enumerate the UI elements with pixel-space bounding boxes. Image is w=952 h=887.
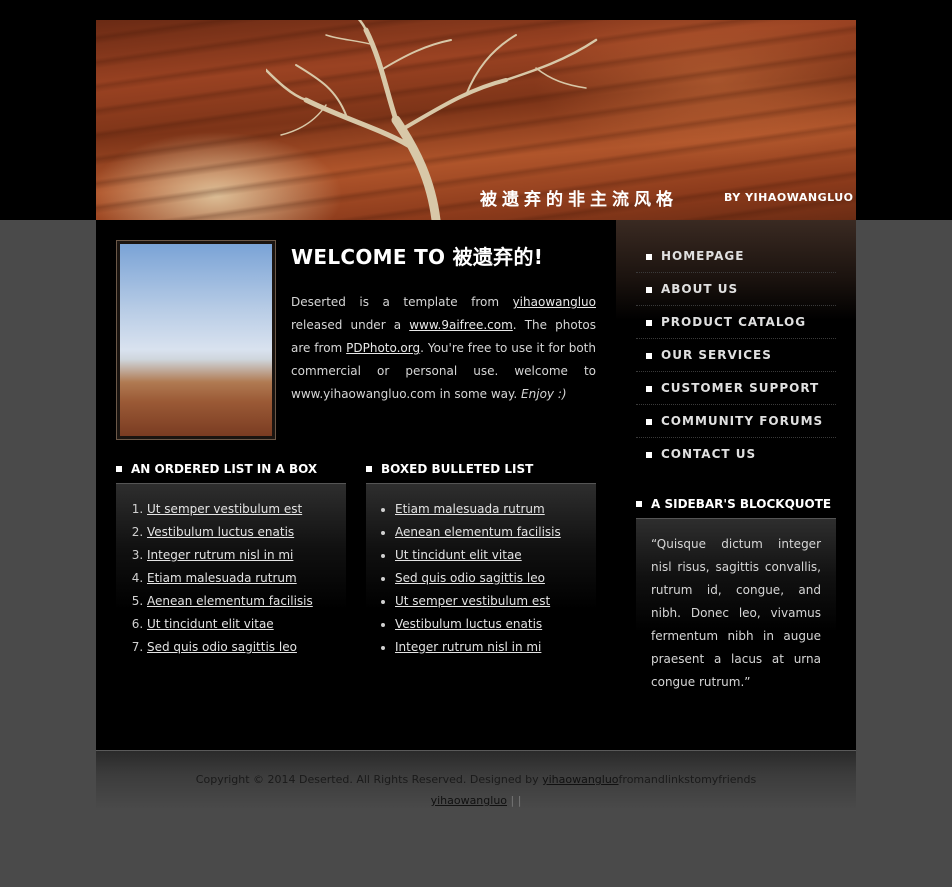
bulleted-list: Etiam malesuada rutrum Aenean elementum … bbox=[395, 498, 595, 659]
9aifree-link[interactable]: www.9aifree.com bbox=[409, 318, 513, 332]
list-link[interactable]: Vestibulum luctus enatis bbox=[147, 525, 294, 539]
nav-item-product-catalog[interactable]: PRODUCT CATALOG bbox=[636, 306, 836, 339]
list-link[interactable]: Ut tincidunt elit vitae bbox=[147, 617, 274, 631]
list-item: Ut semper vestibulum est bbox=[147, 498, 347, 521]
list-link[interactable]: Vestibulum luctus enatis bbox=[395, 617, 542, 631]
list-link[interactable]: Integer rutrum nisl in mi bbox=[147, 548, 293, 562]
list-item: Ut tincidunt elit vitae bbox=[147, 613, 347, 636]
list-link[interactable]: Ut semper vestibulum est bbox=[395, 594, 550, 608]
list-link[interactable]: Sed quis odio sagittis leo bbox=[395, 571, 545, 585]
list-item: Integer rutrum nisl in mi bbox=[395, 636, 595, 659]
site-title: 被遗弃的非主流风格 bbox=[480, 190, 678, 210]
canyon-sky-photo bbox=[120, 244, 272, 436]
nav-item-customer-support[interactable]: CUSTOMER SUPPORT bbox=[636, 372, 836, 405]
footer-separator: | | bbox=[507, 794, 522, 807]
list-item: Ut semper vestibulum est bbox=[395, 590, 595, 613]
list-item: Sed quis odio sagittis leo bbox=[147, 636, 347, 659]
list-link[interactable]: Etiam malesuada rutrum bbox=[147, 571, 297, 585]
intro-text-2: released under a bbox=[291, 318, 410, 332]
designer-link[interactable]: yihaowangluo bbox=[542, 773, 618, 786]
yihaowangluo-link[interactable]: yihaowangluo bbox=[513, 295, 596, 309]
list-item: Vestibulum luctus enatis bbox=[147, 521, 347, 544]
page-container: 被遗弃的非主流风格 BY YIHAOWANGLUO WELCOME TO 被遗弃… bbox=[96, 20, 856, 750]
intro-text-1: Deserted is a template from bbox=[291, 295, 513, 309]
list-item: Vestibulum luctus enatis bbox=[395, 613, 595, 636]
footer-friends-text: fromandlinkstomyfriends bbox=[618, 773, 757, 786]
list-item: Integer rutrum nisl in mi bbox=[147, 544, 347, 567]
page-title: WELCOME TO 被遗弃的! bbox=[291, 245, 544, 269]
ordered-list: Ut semper vestibulum est Vestibulum luct… bbox=[147, 498, 347, 659]
list-item: Sed quis odio sagittis leo bbox=[395, 567, 595, 590]
nav-item-homepage[interactable]: HOMEPAGE bbox=[636, 240, 836, 273]
sidebar-blockquote: “Quisque dictum integer nisl risus, sagi… bbox=[651, 537, 821, 689]
nav-item-community-forums[interactable]: COMMUNITY FORUMS bbox=[636, 405, 836, 438]
list-link[interactable]: Aenean elementum facilisis bbox=[395, 525, 561, 539]
footer-line-2: yihaowangluo | | bbox=[96, 794, 856, 807]
nav-item-about-us[interactable]: ABOUT US bbox=[636, 273, 836, 306]
footer-yihaowangluo-link[interactable]: yihaowangluo bbox=[431, 794, 507, 807]
header-banner: 被遗弃的非主流风格 BY YIHAOWANGLUO bbox=[96, 20, 856, 220]
list-item: Ut tincidunt elit vitae bbox=[395, 544, 595, 567]
pdphoto-link[interactable]: PDPhoto.org bbox=[346, 341, 420, 355]
list-link[interactable]: Integer rutrum nisl in mi bbox=[395, 640, 541, 654]
list-link[interactable]: Ut semper vestibulum est bbox=[147, 502, 302, 516]
list-link[interactable]: Etiam malesuada rutrum bbox=[395, 502, 545, 516]
intro-paragraph: Deserted is a template from yihaowangluo… bbox=[291, 291, 596, 406]
nav-item-contact-us[interactable]: CONTACT US bbox=[636, 438, 836, 471]
copyright-text: Copyright © 2014 Deserted. All Rights Re… bbox=[195, 773, 543, 786]
nav-item-our-services[interactable]: OUR SERVICES bbox=[636, 339, 836, 372]
list-item: Aenean elementum facilisis bbox=[395, 521, 595, 544]
list-link[interactable]: Sed quis odio sagittis leo bbox=[147, 640, 297, 654]
sidebar-nav: HOMEPAGE ABOUT US PRODUCT CATALOG OUR SE… bbox=[636, 240, 836, 471]
list-link[interactable]: Aenean elementum facilisis bbox=[147, 594, 313, 608]
featured-photo bbox=[116, 240, 276, 440]
footer: Copyright © 2014 Deserted. All Rights Re… bbox=[96, 750, 856, 810]
list-item: Aenean elementum facilisis bbox=[147, 590, 347, 613]
byline: BY YIHAOWANGLUO bbox=[724, 191, 854, 204]
footer-line-1: Copyright © 2014 Deserted. All Rights Re… bbox=[96, 773, 856, 786]
list-item: Etiam malesuada rutrum bbox=[395, 498, 595, 521]
list-item: Etiam malesuada rutrum bbox=[147, 567, 347, 590]
intro-enjoy: Enjoy :) bbox=[521, 387, 567, 401]
list-link[interactable]: Ut tincidunt elit vitae bbox=[395, 548, 522, 562]
